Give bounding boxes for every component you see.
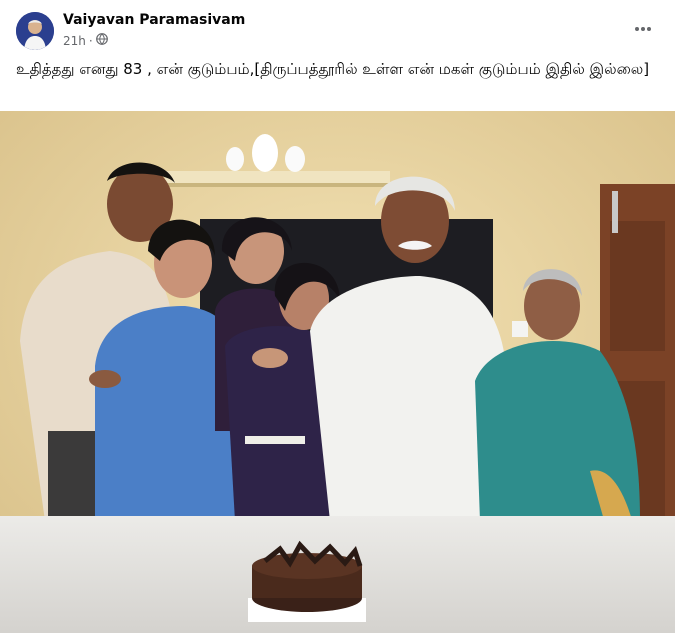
meta-separator: · [88,33,93,48]
author-avatar[interactable] [16,12,54,50]
more-options-icon [635,27,651,31]
post-meta: 21h · [63,33,108,48]
globe-icon [95,33,108,48]
post-header: Vaiyavan Paramasivam 21h · [0,0,675,56]
post-time[interactable]: 21h [63,34,86,48]
post-text: உதித்தது எனது 83 , என் குடும்பம்,[திருப்… [16,60,650,78]
author-name[interactable]: Vaiyavan Paramasivam [63,12,245,28]
family-photo[interactable] [0,111,675,633]
more-options-button[interactable] [625,14,661,44]
